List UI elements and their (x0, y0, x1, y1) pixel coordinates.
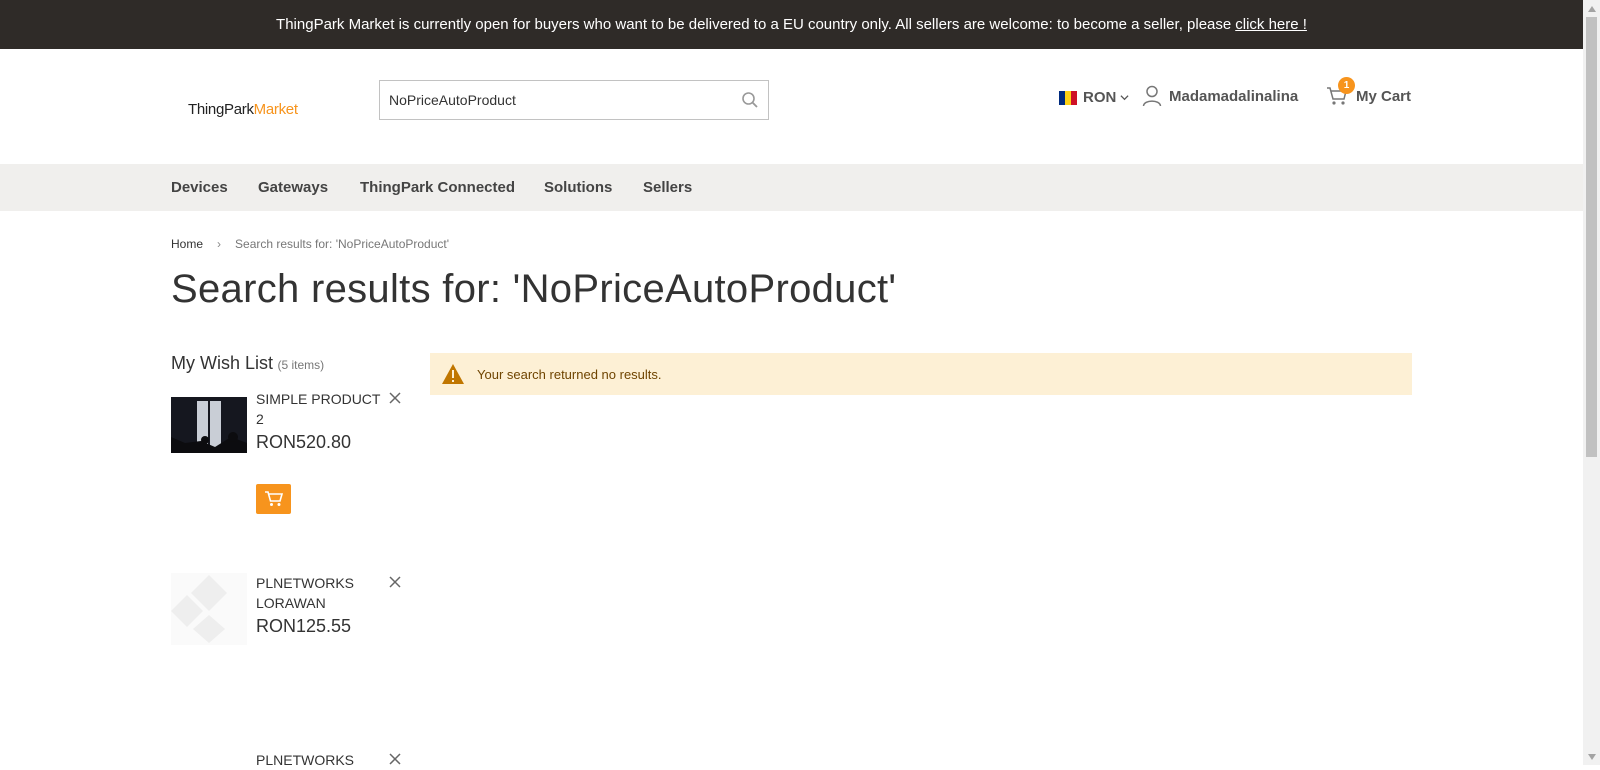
close-icon[interactable] (389, 391, 401, 404)
chevron-right-icon: › (217, 237, 222, 251)
cart-label: My Cart (1356, 87, 1412, 105)
mini-cart[interactable]: 1 My Cart (1326, 77, 1412, 107)
scrollbar-thumb[interactable] (1586, 17, 1597, 457)
user-icon (1142, 85, 1162, 107)
cart-icon: 1 (1326, 77, 1355, 107)
notice-message: Your search returned no results. (477, 366, 662, 382)
add-to-cart-button[interactable] (256, 484, 291, 514)
page-title: Search results for: 'NoPriceAutoProduct' (171, 267, 897, 311)
wishlist-count: (5 items) (277, 358, 325, 372)
close-icon[interactable] (389, 575, 401, 588)
logo-text-market: Market (253, 101, 298, 118)
search-box (379, 80, 769, 120)
wishlist-heading: My Wish List (5 items) (171, 353, 324, 374)
cart-icon (264, 491, 283, 506)
currency-switcher[interactable]: RON (1059, 89, 1129, 106)
site-header: ThingParkMarket RON Madamadalinalina 1 M… (0, 49, 1583, 164)
breadcrumb-home[interactable]: Home (171, 237, 203, 251)
product-thumbnail[interactable] (171, 573, 247, 645)
search-input[interactable] (380, 81, 720, 119)
main-navigation: Devices Gateways ThingPark Connected Sol… (0, 164, 1583, 211)
close-icon[interactable] (389, 752, 401, 765)
nav-item-devices[interactable]: Devices (171, 179, 228, 196)
product-name[interactable]: SIMPLE PRODUCT 2 (256, 389, 381, 429)
product-name[interactable]: PLNETWORKS LORAWAN (256, 573, 381, 613)
breadcrumb-current: Search results for: 'NoPriceAutoProduct' (235, 237, 450, 251)
currency-code: RON (1083, 89, 1117, 106)
account-name: Madamadalinalina (1169, 87, 1299, 105)
wishlist-title: My Wish List (171, 353, 274, 373)
nav-item-solutions[interactable]: Solutions (544, 179, 612, 196)
account-menu[interactable]: Madamadalinalina (1142, 85, 1298, 107)
wishlist-item: SIMPLE PRODUCT 2 RON520.80 (171, 389, 411, 539)
site-logo[interactable]: ThingParkMarket (188, 101, 298, 118)
chevron-down-icon (1120, 95, 1129, 101)
logo-text-thingpark: ThingPark (188, 101, 254, 118)
no-results-notice: Your search returned no results. (430, 353, 1412, 395)
cart-count-badge: 1 (1338, 77, 1355, 94)
warning-icon (442, 364, 464, 384)
nav-item-thingpark-connected[interactable]: ThingPark Connected (360, 179, 515, 196)
product-thumbnail[interactable] (171, 397, 247, 453)
wishlist-item: PLNETWORKS (171, 750, 411, 770)
promo-text: ThingPark Market is currently open for b… (276, 16, 1232, 33)
product-name[interactable]: PLNETWORKS (256, 750, 381, 770)
scrollbar[interactable] (1583, 0, 1600, 765)
nav-item-sellers[interactable]: Sellers (643, 179, 692, 196)
nav-item-gateways[interactable]: Gateways (258, 179, 328, 196)
promo-banner: ThingPark Market is currently open for b… (0, 0, 1583, 49)
product-price: RON125.55 (256, 616, 352, 636)
product-price: RON520.80 (256, 432, 352, 452)
scroll-down-arrow-icon[interactable] (1583, 748, 1600, 765)
wishlist-item: PLNETWORKS LORAWAN RON125.55 (171, 573, 411, 723)
search-icon[interactable] (741, 91, 759, 109)
romania-flag-icon (1059, 90, 1077, 105)
breadcrumb: Home › Search results for: 'NoPriceAutoP… (171, 237, 449, 251)
scroll-up-arrow-icon[interactable] (1583, 0, 1600, 17)
become-seller-link[interactable]: click here ! (1235, 16, 1307, 33)
